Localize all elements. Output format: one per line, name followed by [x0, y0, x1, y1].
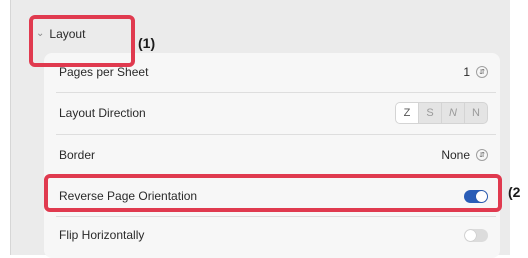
pages-per-sheet-label: Pages per Sheet [59, 65, 149, 79]
callout-label-2: (2 [508, 184, 521, 200]
flip-horizontally-toggle[interactable] [464, 228, 488, 242]
border-popup[interactable]: None ⇵ [441, 148, 488, 162]
layout-direction-row: Layout Direction Z S N N [44, 93, 500, 133]
direction-z-option[interactable]: Z [396, 103, 419, 123]
flip-horizontally-label: Flip Horizontally [59, 228, 145, 242]
layout-direction-label: Layout Direction [59, 106, 146, 120]
border-label: Border [59, 148, 96, 162]
callout-box-2 [44, 174, 502, 212]
border-row: Border None ⇵ [44, 135, 500, 175]
toggle-knob [465, 229, 476, 241]
direction-s-option[interactable]: S [419, 103, 442, 123]
border-value: None [441, 148, 470, 162]
pages-per-sheet-popup[interactable]: 1 ⇵ [463, 65, 488, 79]
direction-n-option[interactable]: N [442, 103, 465, 123]
layout-direction-control: Z S N N [395, 102, 488, 124]
callout-label-1: (1) [138, 35, 156, 51]
callout-box-1 [29, 15, 135, 67]
stepper-icon: ⇵ [476, 66, 488, 78]
flip-horizontally-row: Flip Horizontally [44, 215, 500, 255]
stepper-icon: ⇵ [476, 149, 488, 161]
pages-per-sheet-value: 1 [463, 65, 470, 79]
direction-n-reverse-option[interactable]: N [465, 103, 487, 123]
panel-divider [10, 0, 11, 255]
